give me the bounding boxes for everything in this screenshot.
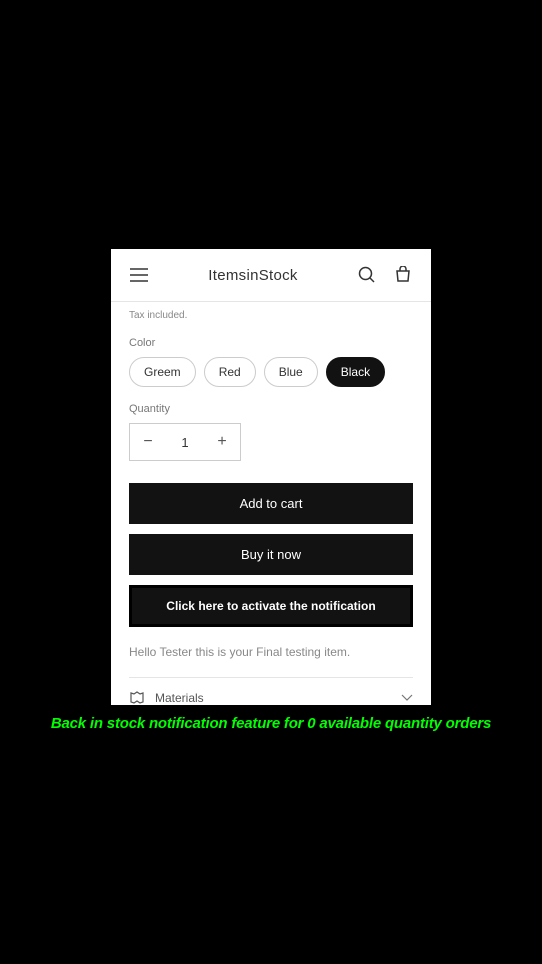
divider (129, 677, 413, 678)
caption-text: Back in stock notification feature for 0… (0, 715, 542, 732)
product-description: Hello Tester this is your Final testing … (129, 645, 413, 659)
product-content: Tax included. Color Greem Red Blue Black… (111, 302, 431, 705)
cart-button[interactable] (391, 263, 415, 287)
color-option-black[interactable]: Black (326, 357, 385, 387)
quantity-label: Quantity (129, 403, 413, 415)
hamburger-icon (130, 268, 148, 282)
quantity-stepper: − 1 + (129, 423, 241, 461)
color-option-greem[interactable]: Greem (129, 357, 196, 387)
quantity-value: 1 (166, 435, 204, 450)
quantity-increase-button[interactable]: + (204, 424, 240, 460)
chevron-down-icon (401, 694, 413, 702)
activate-notification-button[interactable]: Click here to activate the notification (129, 585, 413, 627)
search-button[interactable] (355, 263, 379, 287)
cart-icon (394, 266, 412, 284)
add-to-cart-button[interactable]: Add to cart (129, 483, 413, 524)
store-title: ItemsinStock (208, 267, 297, 284)
buy-now-button[interactable]: Buy it now (129, 534, 413, 575)
menu-button[interactable] (127, 263, 151, 287)
header-actions (355, 263, 415, 287)
search-icon (358, 266, 376, 284)
header: ItemsinStock (111, 249, 431, 302)
quantity-decrease-button[interactable]: − (130, 424, 166, 460)
materials-accordion[interactable]: Materials (129, 690, 413, 705)
color-option-red[interactable]: Red (204, 357, 256, 387)
materials-label: Materials (155, 691, 391, 705)
color-options: Greem Red Blue Black (129, 357, 413, 387)
tax-note: Tax included. (129, 310, 413, 321)
leather-icon (129, 690, 145, 705)
color-label: Color (129, 337, 413, 349)
app-window: ItemsinStock Tax included. Color Greem R… (111, 249, 431, 705)
color-option-blue[interactable]: Blue (264, 357, 318, 387)
